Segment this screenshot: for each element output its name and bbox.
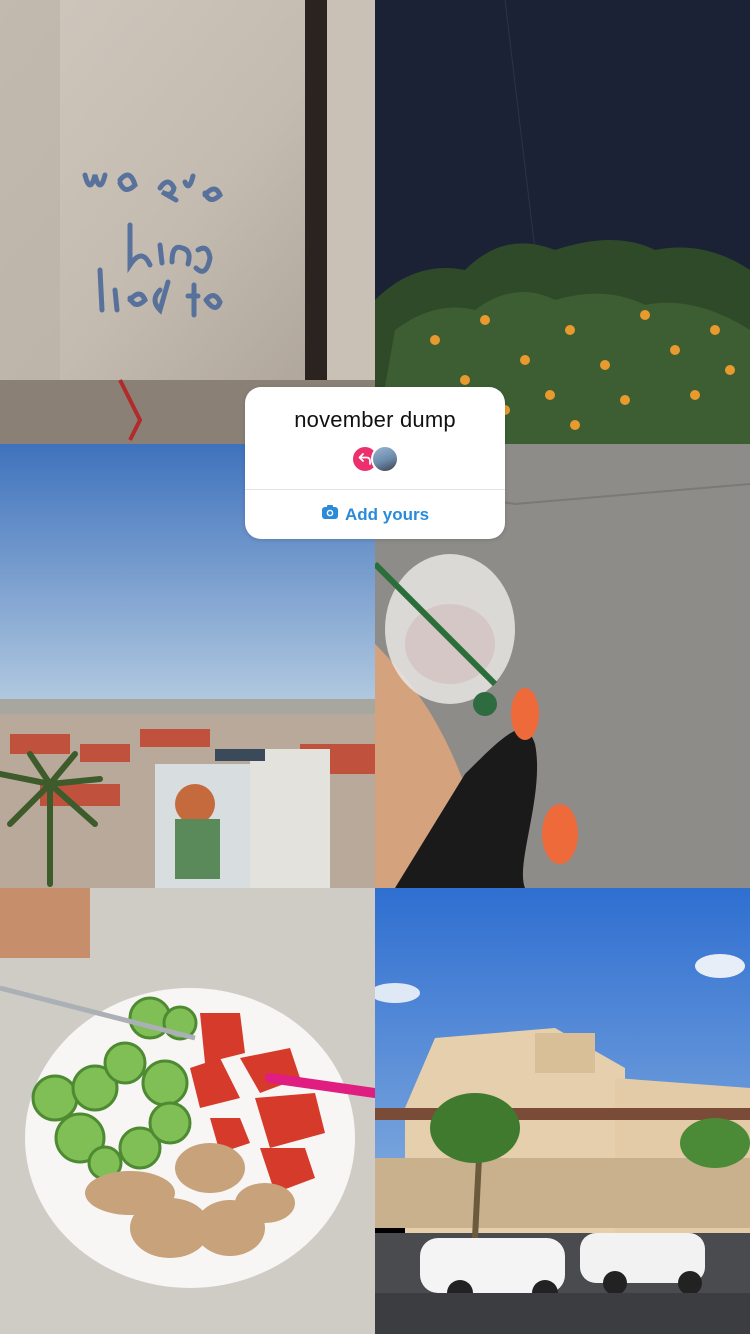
- sticker-title: november dump: [294, 407, 456, 432]
- graffiti-wall-photo: [0, 0, 375, 444]
- avatar: [371, 445, 399, 473]
- photo-collage: [0, 0, 750, 1334]
- orange-tree-night-photo: [375, 0, 750, 444]
- villa-building-photo: [375, 888, 750, 1334]
- participant-avatars: [351, 445, 411, 473]
- add-yours-label: Add yours: [344, 504, 430, 524]
- add-yours-button[interactable]: Add yours: [245, 490, 505, 539]
- add-yours-sticker[interactable]: november dump Add yours: [245, 387, 505, 539]
- salad-chicken-plate-photo: [0, 888, 375, 1334]
- camera-icon: [321, 504, 339, 525]
